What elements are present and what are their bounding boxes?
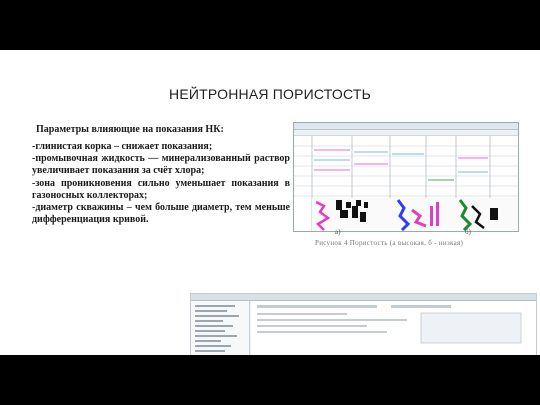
paragraph-invasion-zone: -зона проникновения сильно уменьшает пок… xyxy=(32,177,290,201)
log-titlebar xyxy=(294,123,518,130)
log-tracks xyxy=(294,136,518,231)
software-main-panel xyxy=(251,301,536,355)
software-titlebar xyxy=(191,294,536,301)
slide-body: -глинистая корка – снижает показания; -п… xyxy=(32,141,290,226)
slide: НЕЙТРОННАЯ ПОРИСТОСТЬ Параметры влияющие… xyxy=(0,50,540,355)
well-log-screenshot xyxy=(293,122,519,232)
paragraph-mudcake: -глинистая корка – снижает показания; xyxy=(32,141,213,152)
figure-label-b: б) xyxy=(465,228,471,236)
paragraph-borehole-diameter: -диаметр скважины – чем больше диаметр, … xyxy=(32,202,290,226)
figure-caption: Рисунок 4 Пористость (а высокая, б - низ… xyxy=(315,239,464,247)
slide-heading: Параметры влияющие на показания НК: xyxy=(36,124,224,135)
software-sidebar xyxy=(191,301,250,355)
figure-label-a: а) xyxy=(335,228,341,236)
software-screenshot xyxy=(190,293,537,355)
paragraph-drilling-fluid: -промывочная жидкость — минерализованный… xyxy=(32,153,290,177)
slide-title: НЕЙТРОННАЯ ПОРИСТОСТЬ xyxy=(169,86,371,102)
